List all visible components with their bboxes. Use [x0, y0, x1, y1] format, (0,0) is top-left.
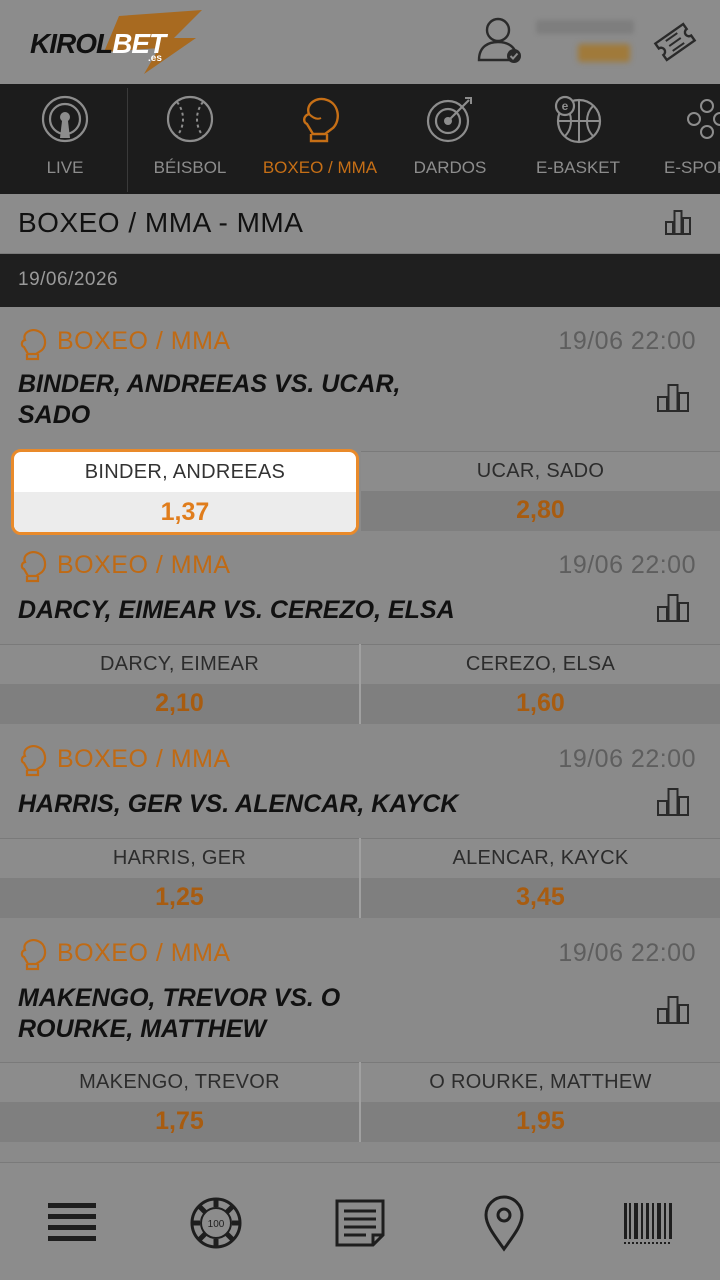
app-header: KIROLBET .es: [0, 0, 720, 84]
selection-name: DARCY, EIMEAR: [99, 653, 260, 675]
sport-label: E-SPOR: [664, 158, 720, 177]
svg-text:e: e: [562, 99, 569, 113]
event-teams[interactable]: HARRIS, GER VS. ALENCAR, KAYCK: [18, 789, 618, 820]
event-teams[interactable]: BINDER, ANDREEAS VS. UCAR, SADO: [18, 369, 458, 431]
odd-price: 2,80: [516, 496, 565, 524]
league-label: BOXEO / MMA: [57, 551, 231, 579]
odds-row: UCAR, SADO 2,80 BINDER, ANDREEAS 1,37: [0, 449, 720, 535]
svg-text:100: 100: [208, 1219, 225, 1230]
odds-row: HARRIS, GER 1,25 ALENCAR, KAYCK 3,45: [0, 838, 720, 918]
ticket-icon[interactable]: [650, 18, 700, 66]
sport-label: LIVE: [46, 158, 84, 177]
sport-tab-e-sports[interactable]: E-SPOR: [642, 84, 720, 194]
user-account-icon[interactable]: [476, 14, 524, 66]
event-card[interactable]: BOXEO / MMA 19/06 22:00 HARRIS, GER VS. …: [0, 725, 720, 919]
selection-name: MAKENGO, TREVOR: [79, 1071, 280, 1093]
barcode-icon[interactable]: [618, 1193, 678, 1253]
event-time: 19/06 22:00: [558, 745, 696, 773]
boxing-glove-icon: [20, 939, 47, 971]
sport-tab-live[interactable]: LIVE: [0, 84, 130, 194]
event-time: 19/06 22:00: [558, 939, 696, 967]
event-card[interactable]: BOXEO / MMA 19/06 22:00 DARCY, EIMEAR VS…: [0, 531, 720, 725]
event-date: 19/06/2026: [18, 269, 119, 290]
sport-tab-beisbol[interactable]: BÉISBOL: [125, 84, 255, 194]
odd-price: 1,60: [516, 689, 565, 717]
event-teams[interactable]: MAKENGO, TREVOR VS. O ROURKE, MATTHEW: [18, 983, 458, 1045]
stats-icon[interactable]: [656, 383, 690, 417]
selection-name: O ROURKE, MATTHEW: [429, 1071, 652, 1093]
odd-button-away[interactable]: ALENCAR, KAYCK 3,45: [361, 838, 720, 918]
league-label: BOXEO / MMA: [57, 327, 231, 355]
stats-icon[interactable]: [656, 593, 690, 627]
boxing-glove-icon: [20, 329, 47, 361]
selection-name: HARRIS, GER: [112, 847, 247, 869]
baseball-icon: [166, 95, 214, 143]
sport-label: DARDOS: [413, 158, 487, 177]
odds-row: MAKENGO, TREVOR 1,75 O ROURKE, MATTHEW 1…: [0, 1062, 720, 1142]
darts-icon: [426, 97, 472, 143]
stats-icon[interactable]: [656, 995, 690, 1029]
live-icon: [41, 95, 89, 143]
league-label: BOXEO / MMA: [57, 939, 231, 967]
odd-button-away[interactable]: O ROURKE, MATTHEW 1,95: [361, 1062, 720, 1142]
selection-name: ALENCAR, KAYCK: [452, 847, 629, 869]
odd-price: 1,37: [160, 498, 210, 526]
sport-tab-dardos[interactable]: DARDOS: [385, 84, 515, 194]
event-teams[interactable]: DARCY, EIMEAR VS. CEREZO, ELSA: [18, 595, 618, 626]
selection-name: CEREZO, ELSA: [465, 653, 616, 675]
event-card[interactable]: BOXEO / MMA 19/06 22:00 MAKENGO, TREVOR …: [0, 919, 720, 1143]
sport-tab-boxeo-mma[interactable]: BOXEO / MMA: [255, 84, 385, 194]
sport-label: BÉISBOL: [153, 158, 227, 177]
odd-price: 1,95: [516, 1107, 565, 1135]
boxing-glove-icon: [303, 97, 339, 143]
event-card[interactable]: BOXEO / MMA 19/06 22:00 BINDER, ANDREEAS…: [0, 307, 720, 535]
location-pin-icon[interactable]: [474, 1193, 534, 1253]
odd-price: 1,75: [155, 1107, 204, 1135]
odd-button-home[interactable]: MAKENGO, TREVOR 1,75: [0, 1062, 359, 1142]
sport-tab-e-basket[interactable]: e E-BASKET: [513, 84, 643, 194]
odds-row: DARCY, EIMEAR 2,10 CEREZO, ELSA 1,60: [0, 644, 720, 724]
odd-button-away[interactable]: UCAR, SADO 2,80: [361, 451, 720, 531]
sport-label: BOXEO / MMA: [262, 158, 378, 177]
date-bar: 19/06/2026: [0, 254, 720, 307]
odd-button-home[interactable]: DARCY, EIMEAR 2,10: [0, 644, 359, 724]
kirolbet-logo[interactable]: KIROLBET .es: [24, 8, 204, 74]
ebasket-icon: e: [554, 95, 602, 144]
boxing-glove-icon: [20, 745, 47, 777]
page-title: BOXEO / MMA - MMA: [18, 207, 304, 238]
odd-button-home[interactable]: HARRIS, GER 1,25: [0, 838, 359, 918]
stats-icon[interactable]: [664, 208, 698, 242]
odd-button-away[interactable]: CEREZO, ELSA 1,60: [361, 644, 720, 724]
esports-icon: [687, 99, 720, 139]
selection-name: UCAR, SADO: [476, 460, 605, 482]
account-balance[interactable]: [536, 16, 636, 68]
selection-name: BINDER, ANDREEAS: [84, 461, 286, 483]
league-label: BOXEO / MMA: [57, 745, 231, 773]
page-title-bar: BOXEO / MMA - MMA: [0, 194, 720, 254]
sports-nav-bar: LIVE BÉISBOL BOXEO / MMA DARDOS e E-BASK…: [0, 84, 720, 194]
odd-price: 1,25: [155, 883, 204, 911]
menu-icon[interactable]: [42, 1193, 102, 1253]
casino-chip-icon[interactable]: 100: [186, 1193, 246, 1253]
bet-slip-icon[interactable]: [330, 1193, 390, 1253]
odd-price: 3,45: [516, 883, 565, 911]
boxing-glove-icon: [20, 551, 47, 583]
sport-label: E-BASKET: [535, 158, 621, 177]
event-time: 19/06 22:00: [558, 327, 696, 355]
stats-icon[interactable]: [656, 787, 690, 821]
odd-button-home-selected[interactable]: BINDER, ANDREEAS 1,37: [11, 449, 359, 535]
bottom-nav-bar: 100: [0, 1162, 720, 1280]
event-time: 19/06 22:00: [558, 551, 696, 579]
odd-price: 2,10: [155, 689, 204, 717]
